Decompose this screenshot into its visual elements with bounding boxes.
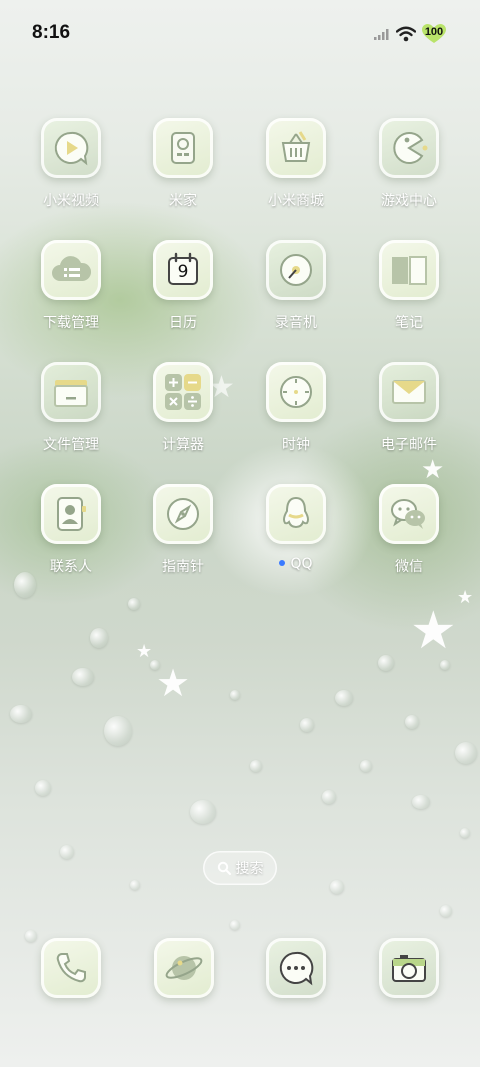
status-icons: 100 (374, 24, 446, 44)
app-calculator[interactable]: 计算器 (135, 362, 231, 454)
compass-icon (153, 484, 213, 544)
app-label: 指南针 (162, 559, 204, 575)
app-qq[interactable]: QQ (248, 484, 344, 572)
app-label: 小米视频 (43, 193, 99, 209)
status-bar: 8:16 100 (0, 0, 480, 68)
qq-penguin-icon (266, 484, 326, 544)
app-label: 微信 (395, 559, 423, 575)
app-label: 笔记 (395, 315, 423, 331)
app-calendar[interactable]: 9 日历 (135, 240, 231, 332)
app-label: 电子邮件 (381, 437, 437, 453)
messages-icon (266, 938, 326, 998)
phone-icon (41, 938, 101, 998)
app-label: 下载管理 (43, 315, 99, 331)
browser-planet-icon (154, 938, 214, 998)
app-label: 时钟 (282, 437, 310, 453)
calendar-icon: 9 (153, 240, 213, 300)
pacman-icon (379, 118, 439, 178)
video-play-icon (41, 118, 101, 178)
app-label: QQ (248, 556, 344, 572)
app-label: 米家 (169, 193, 197, 209)
app-contacts[interactable]: 联系人 (23, 484, 119, 576)
app-label: 日历 (169, 315, 197, 331)
search-button[interactable]: 搜索 (203, 851, 277, 885)
dock-browser[interactable] (154, 938, 214, 998)
cloud-download-icon (41, 240, 101, 300)
app-mijia[interactable]: 米家 (135, 118, 231, 210)
app-clock[interactable]: 时钟 (248, 362, 344, 454)
new-install-dot (279, 560, 286, 566)
app-label-text: QQ (290, 556, 313, 572)
mijia-device-icon (153, 118, 213, 178)
battery-icon: 100 (422, 24, 446, 44)
notebook-icon (379, 240, 439, 300)
mail-icon (379, 362, 439, 422)
dock-messages[interactable] (266, 938, 326, 998)
app-recorder[interactable]: 录音机 (248, 240, 344, 332)
dock-camera[interactable] (379, 938, 439, 998)
app-label: 文件管理 (43, 437, 99, 453)
app-label: 计算器 (162, 437, 204, 453)
wifi-icon (396, 26, 416, 42)
clock-icon (266, 362, 326, 422)
app-label: 游戏中心 (381, 193, 437, 209)
status-time: 8:16 (32, 22, 71, 43)
app-notes[interactable]: 笔记 (361, 240, 457, 332)
search-label: 搜索 (235, 861, 264, 877)
app-wechat[interactable]: 微信 (361, 484, 457, 576)
app-game-center[interactable]: 游戏中心 (361, 118, 457, 210)
record-disc-icon (266, 240, 326, 300)
search-icon (217, 861, 231, 875)
calculator-icon (153, 362, 213, 422)
app-xiaomi-video[interactable]: 小米视频 (23, 118, 119, 210)
app-compass[interactable]: 指南针 (135, 484, 231, 576)
wechat-icon (379, 484, 439, 544)
battery-level: 100 (424, 26, 444, 38)
app-file-manager[interactable]: 文件管理 (23, 362, 119, 454)
folder-icon (41, 362, 101, 422)
app-label: 录音机 (275, 315, 317, 331)
calendar-date: 9 (177, 262, 189, 282)
camera-icon (379, 938, 439, 998)
signal-icon (374, 29, 389, 40)
app-label: 小米商城 (268, 193, 324, 209)
contact-card-icon (41, 484, 101, 544)
shopping-basket-icon (266, 118, 326, 178)
app-email[interactable]: 电子邮件 (361, 362, 457, 454)
app-label: 联系人 (50, 559, 92, 575)
dock-phone[interactable] (41, 938, 101, 998)
app-xiaomi-mall[interactable]: 小米商城 (248, 118, 344, 210)
app-download-manager[interactable]: 下载管理 (23, 240, 119, 332)
